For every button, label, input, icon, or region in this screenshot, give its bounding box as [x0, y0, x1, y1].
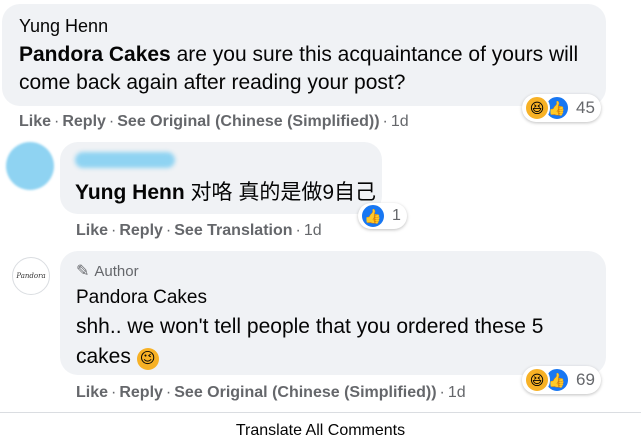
- comment-actions: Like · Reply · See Translation · 1d: [76, 222, 322, 239]
- comment-bubble-1: Yung Henn Pandora Cakes are you sure thi…: [2, 4, 606, 106]
- translate-all-button[interactable]: Translate All Comments: [0, 422, 641, 440]
- reaction-count: 1: [392, 207, 401, 224]
- reaction-summary[interactable]: 👍 1: [358, 203, 407, 229]
- reply-button[interactable]: Reply: [119, 222, 163, 239]
- like-button[interactable]: Like: [76, 384, 108, 401]
- haha-icon: 😆: [524, 367, 550, 393]
- like-button[interactable]: Like: [76, 222, 108, 239]
- timestamp[interactable]: 1d: [304, 222, 322, 239]
- comment-actions: Like · Reply · See Original (Chinese (Simpli…: [76, 384, 466, 401]
- reaction-summary[interactable]: 😆 👍 69: [522, 366, 601, 394]
- wink-emoji: 😉: [136, 348, 159, 370]
- reaction-count: 69: [576, 370, 595, 389]
- see-translation-link[interactable]: See Translation: [174, 222, 292, 239]
- timestamp[interactable]: 1d: [448, 384, 466, 401]
- comment-text: Yung Henn 对咯 真的是做9自己: [75, 181, 377, 204]
- haha-icon: 😆: [524, 95, 550, 121]
- redacted-name: [75, 152, 175, 168]
- reply-button[interactable]: Reply: [62, 113, 106, 130]
- pencil-icon: ✎: [76, 263, 90, 280]
- comment-bubble-2: Yung Henn 对咯 真的是做9自己: [60, 142, 382, 214]
- comment-bubble-3: ✎ Author Pandora Cakes shh.. we won't te…: [60, 251, 606, 375]
- comment-actions: Like · Reply · See Original (Chinese (Simpli…: [19, 113, 409, 130]
- comment-text: shh.. we won't tell people that you orde…: [76, 315, 544, 370]
- avatar-logo-text: Pandora: [16, 272, 46, 280]
- comment-text: Pandora Cakes are you sure this acquaint…: [19, 43, 579, 94]
- reaction-summary[interactable]: 😆 👍 45: [522, 94, 601, 122]
- avatar-redacted[interactable]: [6, 142, 54, 190]
- author-avatar[interactable]: Pandora: [12, 257, 50, 295]
- author-badge: ✎ Author: [76, 262, 139, 281]
- like-button[interactable]: Like: [19, 113, 51, 130]
- timestamp[interactable]: 1d: [391, 113, 409, 130]
- like-icon: 👍: [360, 203, 386, 229]
- reply-button[interactable]: Reply: [119, 384, 163, 401]
- mention-link[interactable]: Yung Henn: [75, 181, 185, 204]
- mention-link[interactable]: Pandora Cakes: [19, 43, 171, 66]
- see-original-link[interactable]: See Original (Chinese (Simplified)): [117, 113, 379, 130]
- comment-author[interactable]: Pandora Cakes: [76, 287, 207, 309]
- divider: [0, 412, 641, 413]
- reaction-count: 45: [576, 98, 595, 117]
- see-original-link[interactable]: See Original (Chinese (Simplified)): [174, 384, 436, 401]
- comment-author[interactable]: Yung Henn: [19, 16, 108, 37]
